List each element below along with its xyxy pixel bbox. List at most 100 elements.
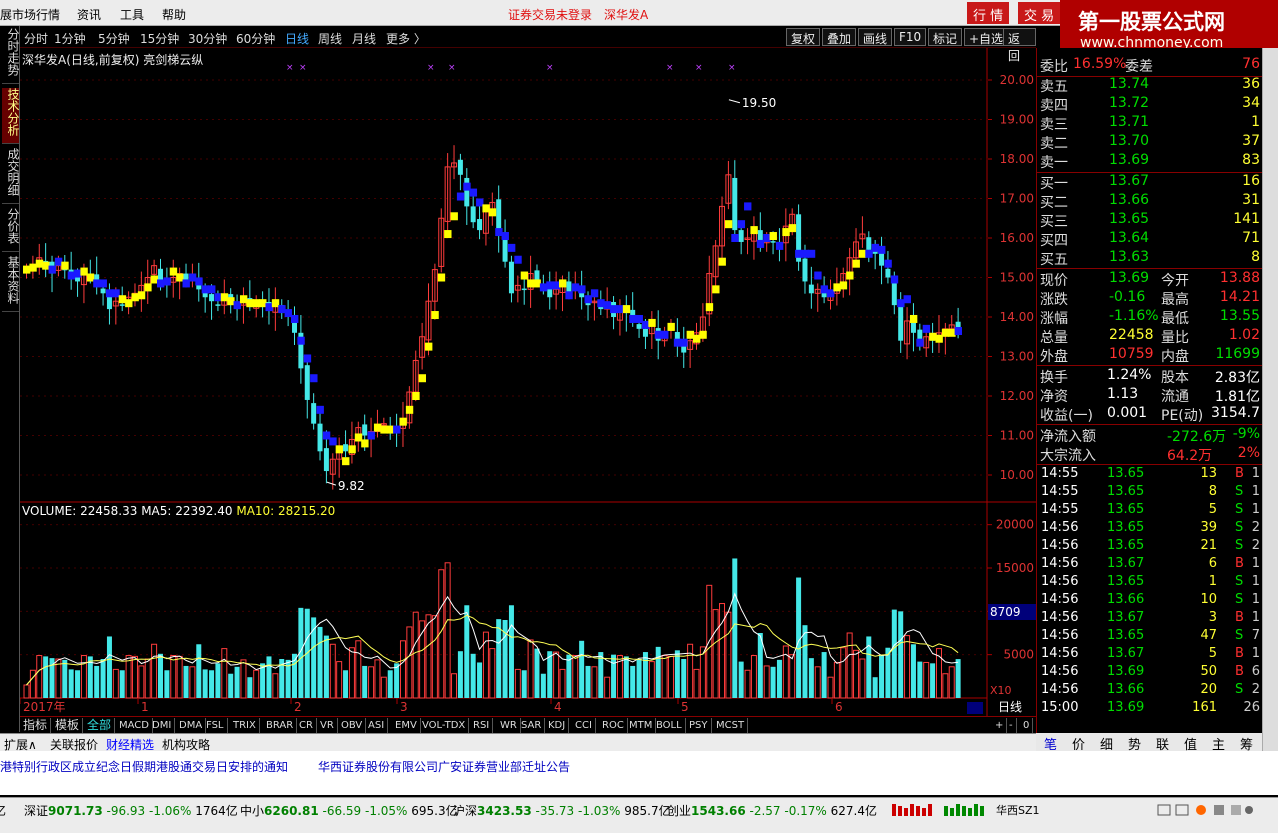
- indicator-tab-emv[interactable]: EMV: [392, 718, 421, 733]
- ladder-segment: [782, 228, 790, 237]
- tab-price-table[interactable]: 分价表: [2, 208, 20, 252]
- fundamental-label: 收益(一): [1040, 408, 1093, 424]
- indicator-tab-trix[interactable]: TRIX: [230, 718, 260, 733]
- back-button[interactable]: 返回: [1003, 28, 1036, 63]
- period-weekly[interactable]: 周线: [318, 30, 342, 47]
- candle-body: [470, 206, 476, 223]
- indicator-tab-roc[interactable]: ROC: [599, 718, 628, 733]
- tab-technical[interactable]: 技术分析: [2, 88, 20, 144]
- menu-tools[interactable]: 工具: [120, 6, 144, 23]
- indicator-tab-macd[interactable]: MACD: [116, 718, 153, 733]
- ladder-segment: [941, 328, 950, 337]
- period-daily[interactable]: 日线: [285, 30, 309, 47]
- volume-bar: [477, 662, 483, 698]
- tray-icons[interactable]: [1156, 803, 1256, 820]
- index-quote-part: -66.59: [318, 804, 362, 818]
- indicator-tab-sar[interactable]: SAR: [518, 718, 546, 733]
- candle-body: [808, 284, 814, 294]
- volume-bar: [712, 609, 719, 699]
- tab-trades[interactable]: 成交明细: [2, 148, 20, 204]
- ladder-segment: [948, 328, 956, 337]
- ladder-segment: [801, 249, 809, 258]
- indicator-tab-rsi[interactable]: RSI: [470, 718, 494, 733]
- tab-fundamentals[interactable]: 基本资料: [2, 256, 20, 312]
- indicator-tab-mcst[interactable]: MCST: [713, 718, 749, 733]
- indicator-tab-dma[interactable]: DMA: [176, 718, 207, 733]
- news-item[interactable]: 华西证券股份有限公司广安证券营业部迁址公告: [318, 758, 570, 775]
- indicator-tab-vr[interactable]: VR: [317, 718, 338, 733]
- xtick-label: 1: [141, 700, 149, 714]
- period-5min[interactable]: 5分钟: [98, 30, 130, 47]
- indicator-tab-voltdx[interactable]: VOL-TDX: [419, 718, 470, 733]
- reset-button[interactable]: 0: [1020, 718, 1034, 733]
- indicator-tab-asi[interactable]: ASI: [365, 718, 389, 733]
- period-60min[interactable]: 60分钟: [236, 30, 275, 47]
- indicator-tab-all[interactable]: 全部: [84, 718, 116, 733]
- zoom-out-button[interactable]: -: [1006, 718, 1017, 733]
- volume-bar: [732, 558, 738, 698]
- adjust-button[interactable]: 复权: [786, 28, 821, 46]
- index-quote[interactable]: 中小6260.81 -66.59 -1.05% 695.3亿: [240, 802, 458, 819]
- period-30min[interactable]: 30分钟: [188, 30, 227, 47]
- ladder-segment: [112, 289, 120, 298]
- period-more[interactable]: 更多 〉: [386, 30, 426, 47]
- tick-time: 14:55: [1041, 484, 1079, 499]
- menu-news[interactable]: 资讯: [77, 6, 101, 23]
- index-quote-part: 中小: [240, 804, 265, 818]
- tick-count: 1: [1251, 646, 1260, 661]
- indicator-tab-kdj[interactable]: KDJ: [545, 718, 570, 733]
- tab-intraday[interactable]: 分时走势: [2, 28, 20, 84]
- quote-tab[interactable]: 势: [1128, 734, 1141, 753]
- indicator-tab-cci[interactable]: CCI: [572, 718, 596, 733]
- quote-tab[interactable]: 筹: [1240, 734, 1253, 753]
- quote-tab[interactable]: 价: [1072, 734, 1085, 753]
- ask-qty: 83: [1242, 152, 1260, 168]
- indicator-tab-mtm[interactable]: MTM: [626, 718, 657, 733]
- tick-count: 6: [1251, 664, 1260, 679]
- news-item[interactable]: 香港特别行政区成立纪念日假期港股通交易日安排的通知: [0, 758, 288, 775]
- quote-panel: 委比 16.59% 委差 76 卖五 13.74 36 卖四 13.72 34 卖三 13.71 1 卖二…: [1036, 48, 1263, 733]
- indicator-tab-obv[interactable]: OBV: [338, 718, 367, 733]
- indicator-tab-index[interactable]: 指标: [20, 718, 52, 733]
- period-intraday[interactable]: 分时: [24, 30, 48, 47]
- draw-button[interactable]: 画线: [858, 28, 893, 46]
- indicator-tab-psy[interactable]: PSY: [686, 718, 712, 733]
- quote-mode-button[interactable]: 行 情: [967, 2, 1010, 24]
- period-1min[interactable]: 1分钟: [54, 30, 86, 47]
- index-quote[interactable]: 沪深3423.53 -35.73 -1.03% 985.7亿: [453, 802, 671, 819]
- mark-button[interactable]: 标记: [928, 28, 963, 46]
- scrollbar[interactable]: [1262, 48, 1278, 751]
- indicator-tab-boll[interactable]: BOLL: [653, 718, 686, 733]
- f10-button[interactable]: F10: [894, 28, 927, 46]
- overlay-button[interactable]: 叠加: [822, 28, 857, 46]
- volume-bar: [604, 676, 611, 699]
- quote-tab[interactable]: 笔: [1044, 734, 1057, 753]
- ladder-segment: [514, 255, 522, 264]
- stat-value: 1.02: [1228, 327, 1260, 343]
- ladder-segment: [839, 281, 848, 290]
- indicator-tab-dmi[interactable]: DMI: [149, 718, 176, 733]
- add-watchlist-button[interactable]: +自选: [964, 28, 1009, 46]
- index-quote[interactable]: 深证9071.73 -96.93 -1.06% 1764亿: [24, 802, 238, 819]
- indicator-tab-template[interactable]: 模板: [52, 718, 84, 733]
- index-quote[interactable]: 创业1543.66 -2.57 -0.17% 627.4亿: [667, 802, 877, 819]
- volume-bar: [527, 639, 534, 699]
- indicator-tab-brar[interactable]: BRAR: [263, 718, 298, 733]
- ladder-segment: [597, 299, 605, 308]
- trade-mode-button[interactable]: 交 易: [1018, 2, 1061, 24]
- menu-market[interactable]: 展市场行情: [0, 6, 60, 23]
- period-monthly[interactable]: 月线: [352, 30, 376, 47]
- period-15min[interactable]: 15分钟: [140, 30, 179, 47]
- quote-tab[interactable]: 联: [1156, 734, 1169, 753]
- ladder-segment: [93, 279, 101, 288]
- quote-tab[interactable]: 主: [1212, 734, 1225, 753]
- indicator-tab-fsl[interactable]: FSL: [203, 718, 228, 733]
- candle-body: [100, 288, 106, 294]
- menu-help[interactable]: 帮助: [162, 6, 186, 23]
- quote-tab[interactable]: 值: [1184, 734, 1197, 753]
- indicator-tab-cr[interactable]: CR: [296, 718, 317, 733]
- kline-chart[interactable]: 19.509.82× × × × × × × × 20.0019.0018.0017.0016…: [20, 48, 1036, 716]
- volume-bar: [821, 652, 827, 698]
- volume-bar: [457, 651, 463, 698]
- quote-tab[interactable]: 细: [1100, 734, 1113, 753]
